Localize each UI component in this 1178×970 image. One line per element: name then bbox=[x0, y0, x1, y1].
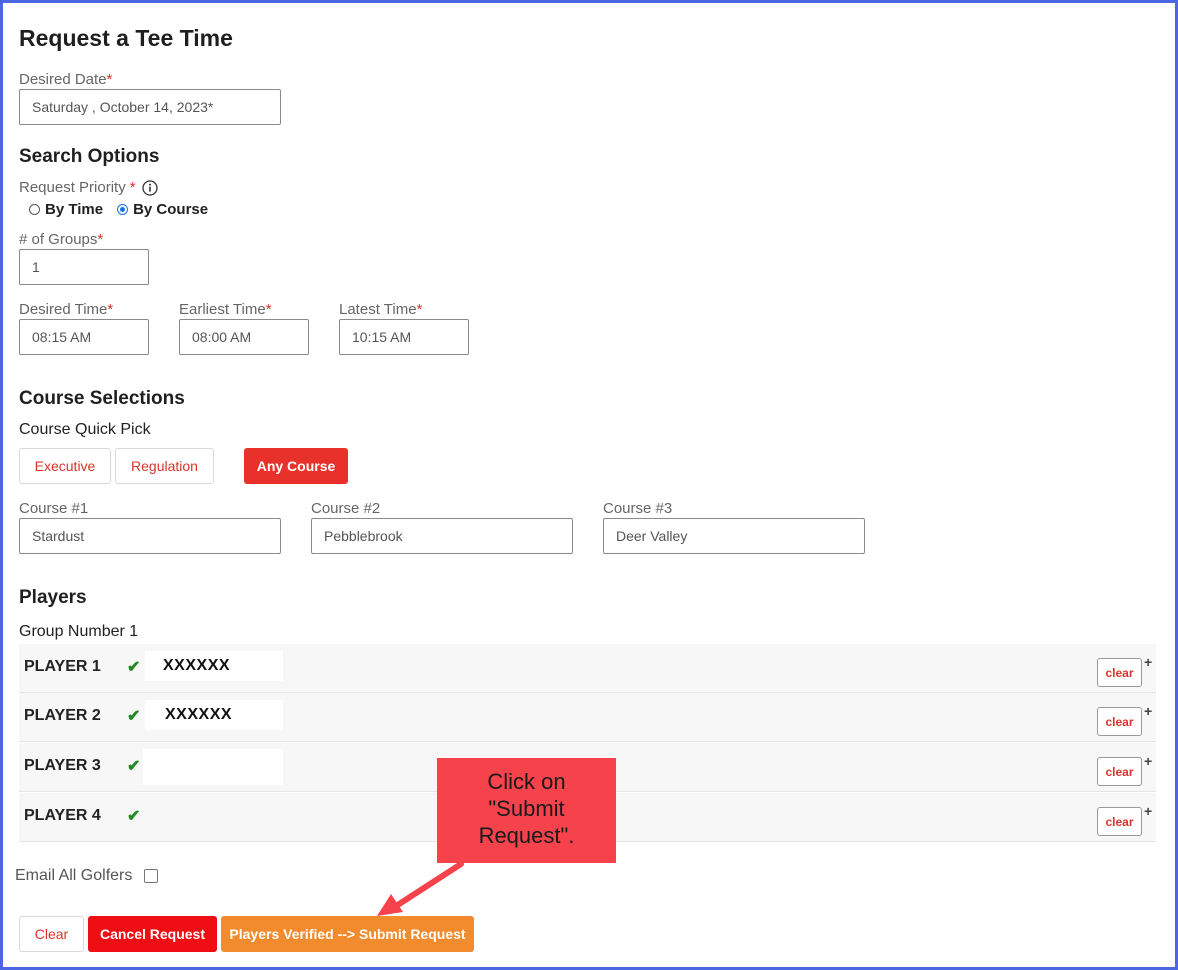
required-marker: * bbox=[129, 179, 136, 196]
required-marker: * bbox=[265, 301, 272, 318]
player-3-label: PLAYER 3 bbox=[24, 757, 101, 774]
earliest-time-input[interactable]: 08:00 AM bbox=[179, 319, 309, 355]
priority-radio-group: By Time By Course bbox=[29, 201, 208, 218]
desired-date-value: Saturday , October 14, 2023* bbox=[32, 99, 214, 115]
desired-time-value: 08:15 AM bbox=[32, 329, 92, 345]
player-4-label: PLAYER 4 bbox=[24, 807, 101, 824]
email-all-checkbox[interactable] bbox=[144, 869, 159, 883]
any-course-button[interactable]: Any Course bbox=[244, 448, 348, 484]
required-marker: * bbox=[106, 71, 113, 88]
earliest-time-value: 08:00 AM bbox=[192, 329, 252, 345]
check-icon: ✔ bbox=[127, 758, 141, 775]
by-course-label[interactable]: By Course bbox=[133, 201, 208, 218]
plus-icon[interactable]: + bbox=[1144, 803, 1152, 819]
groups-value: 1 bbox=[32, 259, 40, 275]
earliest-time-label: Earliest Time* bbox=[179, 301, 272, 318]
groups-label-text: # of Groups bbox=[19, 231, 98, 248]
table-row: PLAYER 1 ✔ XXXXXX clear + bbox=[19, 644, 1156, 693]
by-time-label[interactable]: By Time bbox=[45, 201, 103, 218]
clear-player-1-button[interactable]: clear bbox=[1097, 658, 1142, 687]
course-1-label: Course #1 bbox=[19, 500, 89, 517]
request-priority-label: Request Priority * bbox=[19, 179, 158, 196]
desired-time-input[interactable]: 08:15 AM bbox=[19, 319, 149, 355]
player-1-name[interactable]: XXXXXX bbox=[145, 651, 283, 681]
course-3-label: Course #3 bbox=[603, 500, 673, 517]
course-2-input[interactable]: Pebblebrook bbox=[311, 518, 573, 554]
callout-line-3: Request". bbox=[478, 823, 575, 848]
page-frame: Request a Tee Time Desired Date* Saturda… bbox=[0, 0, 1178, 970]
page-title: Request a Tee Time bbox=[19, 25, 233, 51]
latest-time-value: 10:15 AM bbox=[352, 329, 412, 345]
clear-player-3-button[interactable]: clear bbox=[1097, 757, 1142, 786]
callout-line-1: Click on bbox=[487, 769, 566, 794]
course-3-input[interactable]: Deer Valley bbox=[603, 518, 865, 554]
desired-date-label: Desired Date* bbox=[19, 71, 112, 88]
email-all-label: Email All Golfers bbox=[15, 867, 133, 884]
email-all-row: Email All Golfers bbox=[15, 867, 159, 885]
groups-label: # of Groups* bbox=[19, 231, 103, 248]
regulation-button[interactable]: Regulation bbox=[115, 448, 214, 484]
clear-player-2-button[interactable]: clear bbox=[1097, 707, 1142, 736]
callout-arrow-icon bbox=[377, 861, 464, 916]
plus-icon[interactable]: + bbox=[1144, 753, 1152, 769]
required-marker: * bbox=[416, 301, 423, 318]
player-3-name[interactable] bbox=[143, 749, 283, 785]
course-2-label: Course #2 bbox=[311, 500, 381, 517]
plus-icon[interactable]: + bbox=[1144, 703, 1152, 719]
by-course-radio[interactable] bbox=[117, 204, 129, 215]
player-1-label: PLAYER 1 bbox=[24, 658, 101, 675]
desired-time-label-text: Desired Time bbox=[19, 301, 108, 318]
players-heading: Players bbox=[19, 587, 87, 608]
instruction-callout: Click on "Submit Request". bbox=[437, 758, 616, 863]
required-marker: * bbox=[97, 231, 104, 248]
latest-time-label: Latest Time* bbox=[339, 301, 422, 318]
clear-button[interactable]: Clear bbox=[19, 916, 84, 952]
player-2-label: PLAYER 2 bbox=[24, 707, 101, 724]
table-row: PLAYER 2 ✔ XXXXXX clear + bbox=[19, 693, 1156, 742]
earliest-time-label-text: Earliest Time bbox=[179, 301, 266, 318]
course-1-value: Stardust bbox=[32, 528, 85, 544]
desired-time-label: Desired Time* bbox=[19, 301, 113, 318]
course-3-value: Deer Valley bbox=[616, 528, 688, 544]
group-number-label: Group Number 1 bbox=[19, 623, 139, 640]
check-icon: ✔ bbox=[127, 708, 141, 725]
info-icon[interactable] bbox=[141, 179, 158, 196]
latest-time-label-text: Latest Time bbox=[339, 301, 417, 318]
desired-date-input[interactable]: Saturday , October 14, 2023* bbox=[19, 89, 281, 125]
clear-player-4-button[interactable]: clear bbox=[1097, 807, 1142, 836]
course-quick-pick-label: Course Quick Pick bbox=[19, 421, 151, 438]
latest-time-input[interactable]: 10:15 AM bbox=[339, 319, 469, 355]
course-1-input[interactable]: Stardust bbox=[19, 518, 281, 554]
course-selections-heading: Course Selections bbox=[19, 388, 185, 409]
plus-icon[interactable]: + bbox=[1144, 654, 1152, 670]
cancel-request-button[interactable]: Cancel Request bbox=[88, 916, 217, 952]
check-icon: ✔ bbox=[127, 659, 141, 676]
course-2-value: Pebblebrook bbox=[324, 528, 403, 544]
by-time-radio[interactable] bbox=[29, 204, 40, 215]
request-priority-label-text: Request Priority bbox=[19, 179, 126, 196]
desired-date-label-text: Desired Date bbox=[19, 71, 107, 88]
executive-button[interactable]: Executive bbox=[19, 448, 111, 484]
required-marker: * bbox=[107, 301, 114, 318]
callout-line-2: "Submit bbox=[488, 796, 565, 821]
check-icon: ✔ bbox=[127, 808, 141, 825]
groups-input[interactable]: 1 bbox=[19, 249, 149, 285]
player-2-name[interactable]: XXXXXX bbox=[145, 700, 283, 730]
search-options-heading: Search Options bbox=[19, 146, 160, 167]
